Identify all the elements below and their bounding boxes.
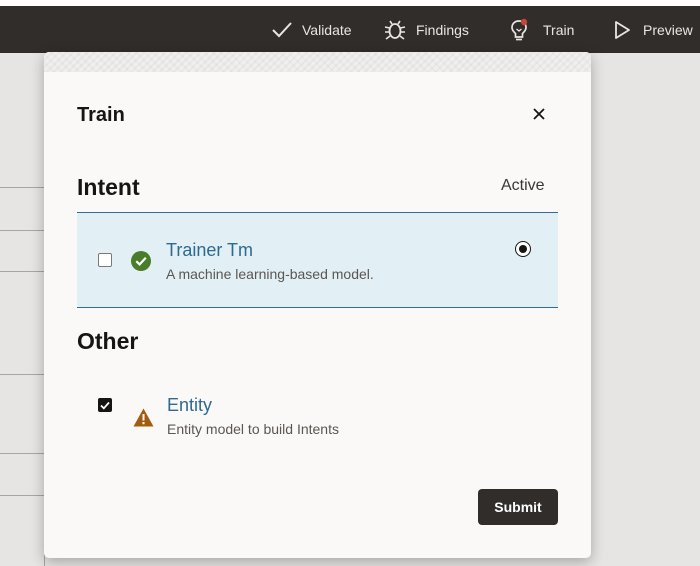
bg-divider <box>0 495 48 496</box>
intent-row-trainer-tm[interactable]: Trainer Tm A machine learning-based mode… <box>77 212 558 308</box>
dialog-header-texture <box>44 52 591 72</box>
close-button[interactable] <box>527 104 551 128</box>
validate-label: Validate <box>302 21 352 38</box>
close-icon <box>532 107 546 126</box>
entity-checkbox[interactable] <box>98 398 112 412</box>
bg-divider <box>0 271 48 272</box>
checkmark-icon <box>100 401 110 410</box>
trainer-tm-active-radio[interactable] <box>515 241 531 257</box>
trainer-tm-name[interactable]: Trainer Tm <box>166 240 253 261</box>
lightbulb-icon <box>509 18 529 42</box>
preview-button[interactable]: Preview <box>612 6 693 53</box>
bg-divider <box>0 187 48 188</box>
active-column-label: Active <box>501 177 545 194</box>
app-toolbar: Validate Findings Train Preview <box>0 6 700 53</box>
intent-section-title: Intent <box>77 174 140 200</box>
train-dialog: Train Intent Active Trainer Tm A machine… <box>44 52 591 558</box>
success-check-icon <box>131 251 151 276</box>
findings-label: Findings <box>416 21 469 38</box>
submit-button[interactable]: Submit <box>478 489 558 525</box>
other-section-title: Other <box>77 328 139 354</box>
dialog-title: Train <box>77 104 125 126</box>
trainer-tm-description: A machine learning-based model. <box>166 266 374 282</box>
radio-selected-dot <box>519 245 527 253</box>
preview-label: Preview <box>643 21 693 38</box>
findings-button[interactable]: Findings <box>383 6 469 53</box>
check-icon <box>271 21 293 39</box>
bg-divider <box>0 374 48 375</box>
entity-description: Entity model to build Intents <box>167 421 339 437</box>
entity-name[interactable]: Entity <box>167 395 212 416</box>
bg-divider <box>0 230 48 231</box>
bg-divider <box>0 453 48 454</box>
train-button[interactable]: Train <box>509 6 574 53</box>
play-icon <box>612 20 632 40</box>
bug-icon <box>383 19 407 41</box>
warning-icon <box>133 408 154 432</box>
trainer-tm-checkbox[interactable] <box>98 253 112 267</box>
validate-button[interactable]: Validate <box>271 6 352 53</box>
train-label: Train <box>543 21 575 38</box>
